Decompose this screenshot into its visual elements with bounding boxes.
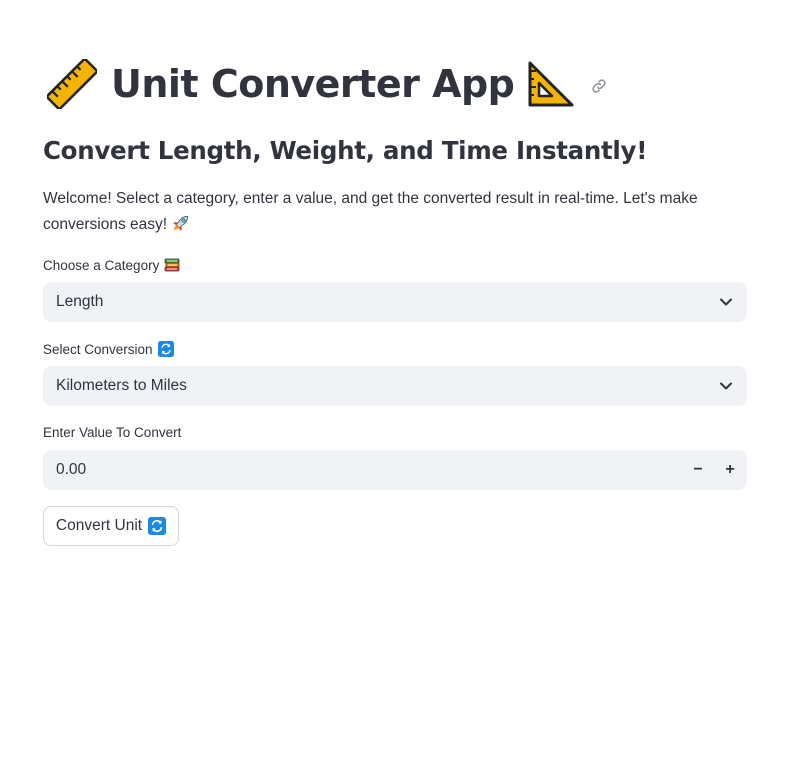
link-icon[interactable] — [590, 77, 608, 95]
convert-unit-button-label: Convert Unit — [55, 517, 143, 534]
category-select-value: Length — [56, 293, 104, 310]
increment-button[interactable]: + — [714, 450, 746, 490]
category-label-text: Choose a Category — [43, 257, 160, 273]
convert-unit-button[interactable]: Convert Unit — [43, 506, 179, 546]
intro-text: Welcome! Select a category, enter a valu… — [43, 190, 698, 233]
value-label-text: Enter Value To Convert — [43, 425, 182, 440]
chevron-down-icon — [720, 382, 732, 390]
rocket-icon — [173, 215, 189, 231]
conversion-select[interactable]: Kilometers to Miles — [43, 366, 747, 406]
value-number-input: − + — [43, 450, 747, 490]
triangular-ruler-icon — [528, 61, 574, 107]
section-subheader: Convert Length, Weight, and Time Instant… — [43, 136, 648, 165]
value-label: Enter Value To Convert — [43, 425, 181, 440]
arrows-cycle-icon — [148, 517, 167, 535]
intro-paragraph: Welcome! Select a category, enter a valu… — [43, 186, 733, 238]
conversion-select-value: Kilometers to Miles — [56, 377, 187, 394]
category-label: Choose a Category — [43, 257, 180, 273]
category-select[interactable]: Length — [43, 282, 747, 322]
decrement-button[interactable]: − — [682, 450, 714, 490]
conversion-label-text: Select Conversion — [43, 341, 153, 357]
title-row: Unit Converter App — [47, 56, 608, 112]
books-icon — [164, 258, 180, 272]
value-input[interactable] — [43, 450, 682, 490]
chevron-down-icon — [720, 298, 732, 306]
arrows-cycle-icon — [157, 341, 174, 357]
ruler-icon — [47, 59, 97, 109]
page-title: Unit Converter App — [111, 62, 515, 106]
conversion-label: Select Conversion — [43, 341, 174, 357]
